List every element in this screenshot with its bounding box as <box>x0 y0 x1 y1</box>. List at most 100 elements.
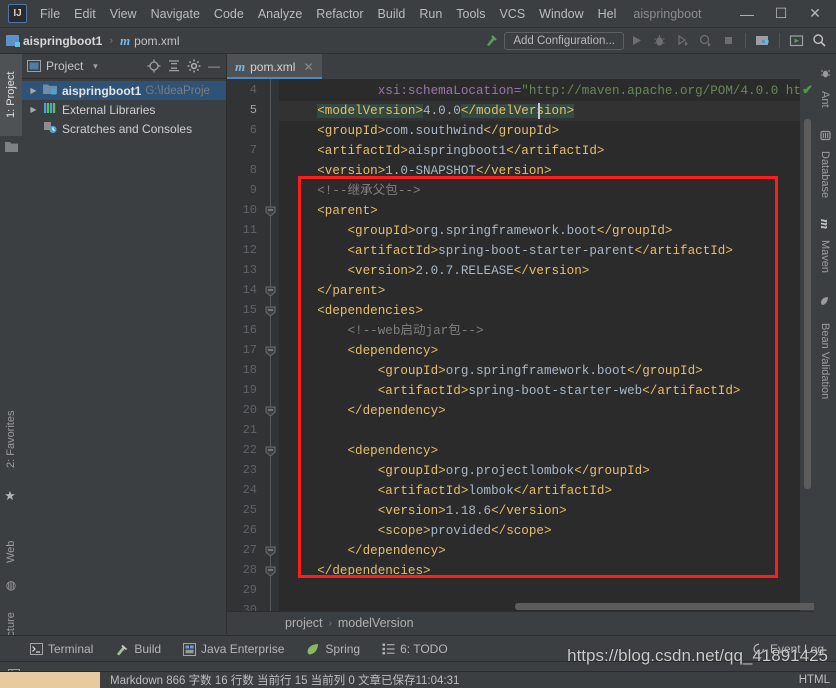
tool-tab-favorites[interactable]: 2: Favorites <box>0 389 22 489</box>
project-folder-icon <box>0 132 22 160</box>
line-number-gutter[interactable]: 4 5 6 7 8 9 10 11 12 13 14 15 16 17 18 19 20 21 22 23 24 25 26… <box>227 79 279 611</box>
fold-marker-icon[interactable] <box>265 546 276 557</box>
code-line[interactable]: <artifactId>aispringboot1</artifactId> <box>287 141 604 161</box>
close-icon[interactable]: ✕ <box>303 60 313 74</box>
menu-item-hel[interactable]: Hel <box>591 4 624 24</box>
gear-icon[interactable] <box>186 59 202 74</box>
tool-tab-bean-validation[interactable]: Bean Validation <box>814 307 836 415</box>
maximize-button[interactable]: ☐ <box>764 1 798 27</box>
breadcrumb-item-modelversion[interactable]: modelVersion <box>338 616 414 630</box>
code-line[interactable]: </parent> <box>287 281 385 301</box>
menu-item-refactor[interactable]: Refactor <box>309 4 370 24</box>
code-line[interactable]: <version>1.0-SNAPSHOT</version> <box>287 161 551 181</box>
collapse-all-icon[interactable] <box>166 59 182 74</box>
code-line[interactable]: <groupId>org.springframework.boot</group… <box>287 361 703 381</box>
menu-item-navigate[interactable]: Navigate <box>144 4 207 24</box>
tool-tab-terminal[interactable]: Terminal <box>30 642 93 656</box>
code-line[interactable]: <groupId>org.springframework.boot</group… <box>287 221 672 241</box>
horizontal-scrollbar[interactable] <box>515 603 814 610</box>
build-hammer-icon[interactable] <box>481 31 502 51</box>
code-line[interactable]: <groupId>org.projectlombok</groupId> <box>287 461 650 481</box>
debug-icon[interactable] <box>649 31 670 51</box>
run-configuration-selector[interactable]: Add Configuration... <box>504 31 624 50</box>
stop-icon[interactable] <box>718 31 739 51</box>
line-number: 9 <box>249 183 257 197</box>
tool-tab-spring[interactable]: Spring <box>306 642 360 656</box>
tree-node-scratches-and-consoles[interactable]: Scratches and Consoles <box>22 119 226 138</box>
menu-item-analyze[interactable]: Analyze <box>251 4 309 24</box>
code-line[interactable]: <version>2.0.7.RELEASE</version> <box>287 261 589 281</box>
tool-tab-event-log[interactable]: Event Log <box>753 642 824 656</box>
breadcrumb-file[interactable]: pom.xml <box>134 34 179 48</box>
fold-marker-icon[interactable] <box>265 306 276 317</box>
breadcrumb-item-project[interactable]: project <box>285 616 323 630</box>
menu-item-build[interactable]: Build <box>371 4 413 24</box>
code-line[interactable]: <scope>provided</scope> <box>287 521 552 541</box>
code-line[interactable]: </dependency> <box>287 401 445 421</box>
fold-marker-icon[interactable] <box>265 446 276 457</box>
tool-tab-build[interactable]: Build <box>115 642 161 656</box>
minimize-button[interactable]: — <box>730 1 764 27</box>
chevron-down-icon[interactable]: ▾ <box>87 59 103 74</box>
update-project-icon[interactable] <box>786 31 807 51</box>
code-line[interactable]: <artifactId>spring-boot-starter-parent</… <box>287 241 732 261</box>
code-line[interactable]: <artifactId>spring-boot-starter-web</art… <box>287 381 741 401</box>
hide-tool-window-icon[interactable]: — <box>206 59 222 74</box>
search-everywhere-icon[interactable] <box>809 31 830 51</box>
breadcrumb-project[interactable]: aispringboot1 <box>23 34 102 48</box>
menu-item-edit[interactable]: Edit <box>67 4 103 24</box>
menu-item-vcs[interactable]: VCS <box>492 4 532 24</box>
code-line[interactable]: <!--继承父包--> <box>287 181 421 201</box>
tool-tab-ant[interactable]: Ant <box>814 78 836 120</box>
project-structure-icon[interactable] <box>752 31 773 51</box>
close-button[interactable]: ✕ <box>798 1 832 27</box>
locate-file-icon[interactable] <box>146 59 162 74</box>
code-line[interactable]: <dependency> <box>287 441 438 461</box>
editor-tab-pom-xml[interactable]: m pom.xml ✕ <box>227 54 322 79</box>
tool-tab-java-enterprise[interactable]: Java Enterprise <box>183 642 284 656</box>
editor-body[interactable]: 4 5 6 7 8 9 10 11 12 13 14 15 16 17 18 19 20 21 22 23 24 25 26… <box>227 79 814 611</box>
code-token: </modelVersion> <box>460 104 575 118</box>
code-line[interactable]: <version>1.18.6</version> <box>287 501 567 521</box>
code-line[interactable]: <dependency> <box>287 341 438 361</box>
fold-marker-icon[interactable] <box>265 206 276 217</box>
tool-tab-todo[interactable]: 6: TODO <box>382 642 448 656</box>
fold-marker-icon[interactable] <box>265 406 276 417</box>
code-line[interactable]: <artifactId>lombok</artifactId> <box>287 481 612 501</box>
tree-node-aispringboot1[interactable]: ▶ aispringboot1 G:\IdeaProje <box>22 81 226 100</box>
code-line[interactable]: xsi:schemaLocation="http://maven.apache.… <box>287 81 814 101</box>
code-line[interactable]: <groupId>com.southwind</groupId> <box>287 121 559 141</box>
tool-tab-database[interactable]: Database <box>814 140 836 210</box>
tree-node-external-libraries[interactable]: ▶ External Libraries <box>22 100 226 119</box>
tool-tab-maven[interactable]: Maven <box>814 229 836 285</box>
tool-tab-project[interactable]: 1: Project <box>0 54 22 136</box>
expand-arrow-icon[interactable]: ▶ <box>28 105 39 114</box>
code-line[interactable]: </dependency> <box>287 541 445 561</box>
code-line[interactable]: </dependencies> <box>287 561 430 581</box>
code-content[interactable]: xsi:schemaLocation="http://maven.apache.… <box>279 79 814 611</box>
profile-icon[interactable] <box>695 31 716 51</box>
run-icon[interactable] <box>626 31 647 51</box>
fold-marker-icon[interactable] <box>265 346 276 357</box>
menu-item-tools[interactable]: Tools <box>449 4 492 24</box>
code-token: <!--继承父包--> <box>317 184 421 198</box>
code-line[interactable]: <parent> <box>287 201 377 221</box>
menu-item-file[interactable]: File <box>33 4 67 24</box>
project-tool-window-title[interactable]: Project <box>46 59 83 73</box>
menu-item-code[interactable]: Code <box>207 4 251 24</box>
horizontal-scrollbar-track[interactable] <box>279 602 814 611</box>
fold-marker-icon[interactable] <box>265 566 276 577</box>
code-line[interactable]: <!--web启动jar包--> <box>287 321 483 341</box>
inspection-ok-icon[interactable]: ✔ <box>802 82 813 98</box>
line-number: 13 <box>242 263 257 277</box>
menu-item-window[interactable]: Window <box>532 4 590 24</box>
code-line[interactable]: <dependencies> <box>287 301 423 321</box>
error-stripe-marker-strip[interactable]: ✔ <box>800 79 814 611</box>
code-line[interactable]: <modelVersion>4.0.0</modelVersion> <box>287 101 575 121</box>
menu-item-run[interactable]: Run <box>412 4 449 24</box>
menu-item-view[interactable]: View <box>103 4 144 24</box>
fold-marker-icon[interactable] <box>265 286 276 297</box>
run-with-coverage-icon[interactable] <box>672 31 693 51</box>
expand-arrow-icon[interactable]: ▶ <box>28 86 39 95</box>
vertical-scrollbar[interactable] <box>804 119 811 489</box>
